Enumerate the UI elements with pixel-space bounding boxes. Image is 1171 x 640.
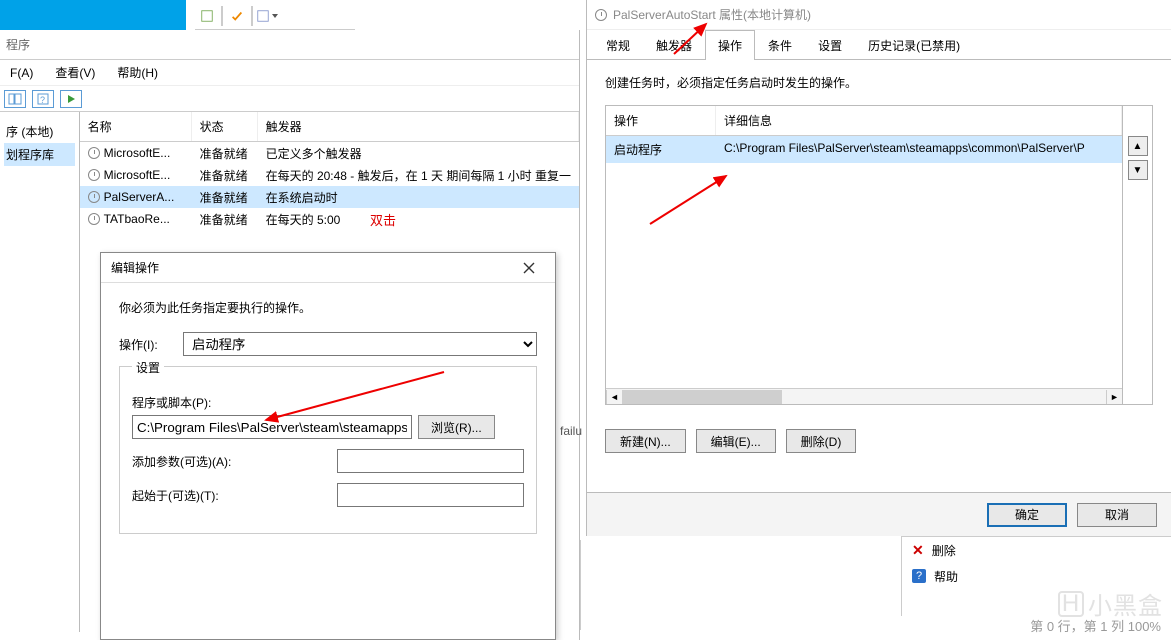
menu-view[interactable]: 查看(V) (51, 62, 99, 83)
browse-button[interactable]: 浏览(R)... (418, 415, 495, 439)
side-delete[interactable]: ✕删除 (902, 537, 1171, 563)
iconbar-btn-2[interactable]: ? (32, 90, 54, 108)
properties-title-text: PalServerAutoStart 属性(本地计算机) (613, 6, 811, 23)
task-list-header: 名称 状态 触发器 (80, 112, 579, 142)
menu-bar: F(A) 查看(V) 帮助(H) (0, 60, 579, 86)
task-row[interactable]: TATbaoRe... 准备就绪 在每天的 5:00 (80, 208, 579, 230)
dialog-instruction: 你必须为此任务指定要执行的操作。 (119, 299, 537, 316)
tab-history[interactable]: 历史记录(已禁用) (855, 30, 973, 60)
tree-library[interactable]: 划程序库 (4, 143, 75, 166)
properties-tabs: 常规 触发器 操作 条件 设置 历史记录(已禁用) (587, 30, 1171, 60)
move-up-button[interactable]: ▲ (1128, 136, 1148, 156)
toolbar-btn-2[interactable] (225, 5, 249, 27)
toolbar-dropdown[interactable] (255, 5, 279, 27)
task-row-selected[interactable]: PalServerA... 准备就绪 在系统启动时 (80, 186, 579, 208)
edit-action-button[interactable]: 编辑(E)... (696, 429, 776, 453)
col-header-name[interactable]: 名称 (80, 112, 192, 141)
statusbar-fragment: 第 0 行，第 1 列 100% (1030, 616, 1161, 635)
dialog-titlebar[interactable]: 编辑操作 (101, 253, 555, 283)
clock-icon (595, 9, 607, 21)
program-input[interactable] (132, 415, 412, 439)
clock-icon (88, 169, 100, 181)
move-down-button[interactable]: ▼ (1128, 160, 1148, 180)
tab-triggers[interactable]: 触发器 (643, 30, 705, 60)
action-buttons-row: 新建(N)... 编辑(E)... 删除(D) (587, 419, 1171, 463)
args-label: 添加参数(可选)(A): (132, 453, 252, 470)
horizontal-scrollbar[interactable]: ◄► (606, 388, 1122, 404)
svg-text:?: ? (40, 95, 45, 105)
tab-actions[interactable]: 操作 (705, 30, 755, 60)
annotation-doubleclick: 双击 (370, 210, 396, 229)
args-input[interactable] (337, 449, 524, 473)
iconbar-run[interactable] (60, 90, 82, 108)
divider (580, 540, 581, 630)
clock-icon (88, 147, 100, 159)
new-action-button[interactable]: 新建(N)... (605, 429, 686, 453)
task-row[interactable]: MicrosoftE... 准备就绪 在每天的 20:48 - 触发后，在 1 … (80, 164, 579, 186)
close-button[interactable] (509, 257, 549, 279)
dialog-footer: 确定 取消 (587, 492, 1171, 536)
task-properties-dialog: PalServerAutoStart 属性(本地计算机) 常规 触发器 操作 条… (586, 0, 1171, 536)
col-detail[interactable]: 详细信息 (716, 106, 1122, 135)
tab-settings[interactable]: 设置 (805, 30, 855, 60)
tab-conditions[interactable]: 条件 (755, 30, 805, 60)
icon-bar: ? (0, 86, 579, 112)
help-icon: ? (912, 569, 926, 583)
properties-titlebar[interactable]: PalServerAutoStart 属性(本地计算机) (587, 0, 1171, 30)
reorder-buttons: ▲ ▼ (1122, 106, 1152, 404)
settings-legend: 设置 (132, 359, 164, 376)
action-label: 操作(I): (119, 336, 183, 353)
actions-header: 操作 详细信息 (606, 106, 1122, 136)
edit-action-dialog: 编辑操作 你必须为此任务指定要执行的操作。 操作(I): 启动程序 设置 程序或… (100, 252, 556, 640)
cancel-button[interactable]: 取消 (1077, 503, 1157, 527)
startin-label: 起始于(可选)(T): (132, 487, 252, 504)
menu-file[interactable]: F(A) (6, 64, 37, 82)
ok-button[interactable]: 确定 (987, 503, 1067, 527)
clock-icon (88, 191, 100, 203)
delete-action-button[interactable]: 删除(D) (786, 429, 857, 453)
tree-root[interactable]: 序 (本地) (4, 120, 75, 143)
delete-icon: ✕ (912, 542, 924, 559)
iconbar-btn-1[interactable] (4, 90, 26, 108)
program-label: 程序或脚本(P): (132, 394, 524, 411)
clock-icon (88, 213, 100, 225)
actions-list-box: 操作 详细信息 启动程序 C:\Program Files\PalServer\… (605, 105, 1153, 405)
window-accent-bar (0, 0, 186, 30)
menu-help[interactable]: 帮助(H) (113, 62, 162, 83)
col-header-trigger[interactable]: 触发器 (258, 112, 579, 141)
scheduler-titlebar: 程序 (0, 30, 579, 60)
dialog-title: 编辑操作 (111, 259, 159, 276)
action-select[interactable]: 启动程序 (183, 332, 537, 356)
text-fragment: failu (560, 424, 582, 438)
col-header-status[interactable]: 状态 (192, 112, 258, 141)
quick-toolbar (195, 2, 355, 30)
nav-tree: 序 (本地) 划程序库 (0, 112, 80, 632)
task-row[interactable]: MicrosoftE... 准备就绪 已定义多个触发器 (80, 142, 579, 164)
toolbar-btn-1[interactable] (195, 5, 219, 27)
tab-general[interactable]: 常规 (593, 30, 643, 60)
actions-hint: 创建任务时，必须指定任务启动时发生的操作。 (605, 74, 1153, 91)
action-row[interactable]: 启动程序 C:\Program Files\PalServer\steam\st… (606, 136, 1122, 163)
col-operation[interactable]: 操作 (606, 106, 716, 135)
startin-input[interactable] (337, 483, 524, 507)
